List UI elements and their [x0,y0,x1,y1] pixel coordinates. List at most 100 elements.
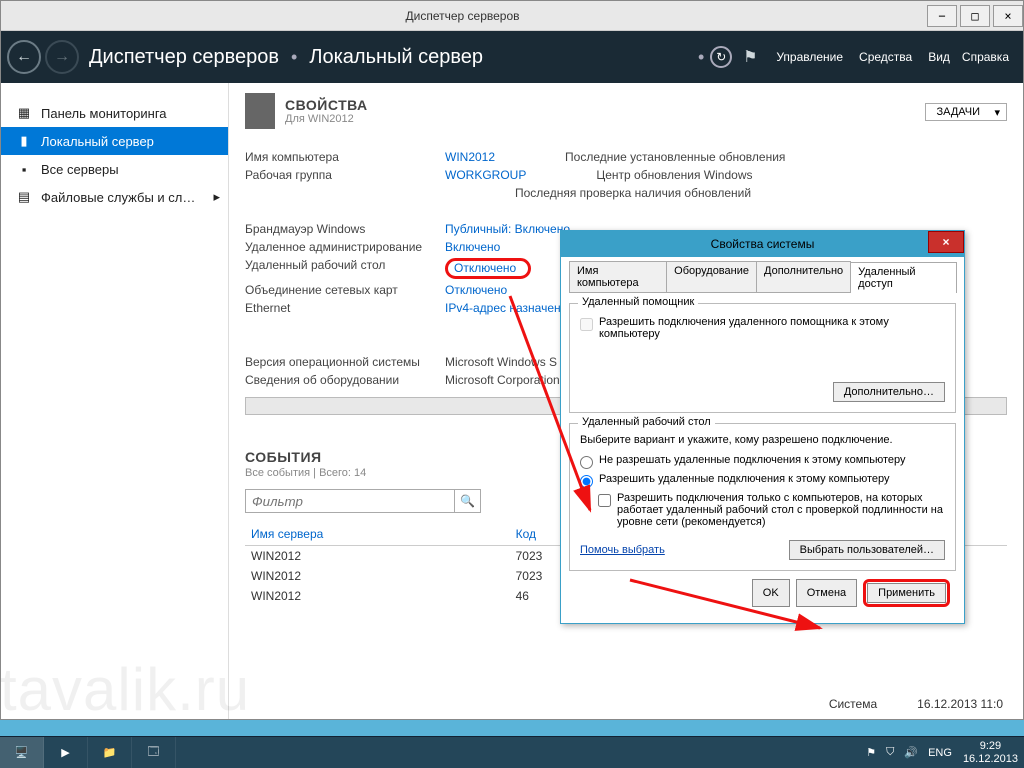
search-icon: 🔍 [460,494,475,508]
taskbar: 🖥️ ▶ 📁 🗔 ⚑ ⛉ 🔊 ENG 9:29 16.12.2013 [0,736,1024,768]
prop-computer-name-value[interactable]: WIN2012 [445,150,495,164]
sidebar-item-file-services[interactable]: ▤ Файловые службы и сл… ▸ [1,183,228,211]
prop-firewall-value[interactable]: Публичный: Включено [445,222,570,236]
flag-icon[interactable]: ⚑ [738,45,762,69]
system-properties-dialog: Свойства системы × Имя компьютера Оборуд… [560,230,965,624]
sidebar: ▦ Панель мониторинга ▮ Локальный сервер … [1,83,229,719]
prop-os-value: Microsoft Windows S [445,355,557,369]
events-filter-search-button[interactable]: 🔍 [455,489,481,513]
ok-button[interactable]: OK [752,579,790,607]
sidebar-item-all-servers[interactable]: ▪ Все серверы [1,155,228,183]
menu-manage[interactable]: Управление [776,50,843,64]
properties-header: СВОЙСТВА Для WIN2012 [245,93,1007,129]
remote-desktop-group: Удаленный рабочий стол Выберите вариант … [569,423,956,571]
title-text: Диспетчер серверов [1,9,924,23]
window-minimize-button[interactable]: − [927,5,957,27]
events-filter-input[interactable] [245,489,455,513]
breadcrumb-sep: • [291,47,297,68]
ra-legend: Удаленный помощник [578,296,698,308]
tasks-dropdown[interactable]: ЗАДАЧИ [925,103,1007,121]
rdp-value-highlight: Отключено [445,258,531,279]
rd-help-link[interactable]: Помочь выбрать [580,544,665,556]
prop-os-label: Версия операционной системы [245,355,445,369]
properties-subhead: Для WIN2012 [285,113,368,125]
rd-option-deny[interactable]: Не разрешать удаленные подключения к это… [580,454,945,469]
tab-hardware[interactable]: Оборудование [666,261,757,292]
servers-icon: ▪ [15,160,33,178]
tray-lang[interactable]: ENG [928,747,952,759]
tray-sound-icon[interactable]: 🔊 [904,746,918,759]
prop-update-center-label: Центр обновления Windows [526,168,752,182]
taskbar-powershell[interactable]: ▶ [44,737,88,768]
cancel-button[interactable]: Отмена [796,579,857,607]
window-close-button[interactable]: × [993,5,1023,27]
rd-nla-checkbox[interactable]: Разрешить подключения только с компьютер… [598,492,945,528]
dashboard-icon: ▦ [15,104,33,122]
dialog-titlebar[interactable]: Свойства системы × [561,231,964,257]
taskbar-server-manager[interactable]: 🖥️ [0,737,44,768]
nav-back-button[interactable]: ← [7,40,41,74]
sidebar-item-local-server[interactable]: ▮ Локальный сервер [1,127,228,155]
sidebar-item-label: Все серверы [41,162,119,177]
extra-system-label: Система [829,697,877,711]
sidebar-item-label: Панель мониторинга [41,106,167,121]
prop-nic-team-value[interactable]: Отключено [445,283,507,297]
taskbar-app[interactable]: 🗔 [132,737,176,768]
rd-hint: Выберите вариант и укажите, кому разреше… [580,434,945,446]
ra-advanced-button[interactable]: Дополнительно… [833,382,945,402]
properties-heading: СВОЙСТВА [285,97,368,113]
prop-remote-admin-label: Удаленное администрирование [245,240,445,254]
ra-allow-checkbox[interactable]: Разрешить подключения удаленного помощни… [580,316,945,340]
prop-rdp-value[interactable]: Отключено [445,258,531,279]
rd-option-allow[interactable]: Разрешить удаленные подключения к этому … [580,473,945,488]
server-tile-icon [245,93,275,129]
window-maximize-button[interactable]: □ [960,5,990,27]
prop-hw-label: Сведения об оборудовании [245,373,445,387]
col-server[interactable]: Имя сервера [245,523,510,546]
rd-legend: Удаленный рабочий стол [578,416,715,428]
dialog-close-button[interactable]: × [928,231,964,253]
dialog-tabs: Имя компьютера Оборудование Дополнительн… [569,261,956,293]
prop-firewall-label: Брандмауэр Windows [245,222,445,236]
server-icon: ▮ [15,132,33,150]
chevron-right-icon: ▸ [213,189,220,205]
prop-workgroup-value[interactable]: WORKGROUP [445,168,526,182]
breadcrumb-root[interactable]: Диспетчер серверов [89,46,279,69]
prop-rdp-label: Удаленный рабочий стол [245,258,445,279]
prop-last-updates-label: Последние установленные обновления [495,150,785,164]
prop-nic-team-label: Объединение сетевых карт [245,283,445,297]
sidebar-item-label: Файловые службы и сл… [41,190,195,205]
taskbar-explorer[interactable]: 📁 [88,737,132,768]
refresh-icon[interactable]: ↻ [710,46,732,68]
titlebar: Диспетчер серверов − □ × [1,1,1023,31]
taskbar-clock[interactable]: 9:29 16.12.2013 [963,740,1018,764]
nav-forward-button[interactable]: → [45,40,79,74]
tab-computer-name[interactable]: Имя компьютера [569,261,667,292]
apply-highlight: Применить [863,579,950,607]
menu-view[interactable]: Вид [928,50,950,64]
menu-help[interactable]: Справка [962,50,1009,64]
remote-assistance-group: Удаленный помощник Разрешить подключения… [569,303,956,413]
tab-remote-access[interactable]: Удаленный доступ [850,262,957,293]
dialog-title: Свойства системы [711,237,815,251]
sidebar-item-dashboard[interactable]: ▦ Панель мониторинга [1,99,228,127]
prop-computer-name-label: Имя компьютера [245,150,445,164]
select-users-button[interactable]: Выбрать пользователей… [789,540,945,560]
prop-ethernet-label: Ethernet [245,301,445,315]
breadcrumb-page: Локальный сервер [309,46,483,69]
sidebar-item-label: Локальный сервер [41,134,154,149]
header: ← → Диспетчер серверов • Локальный серве… [1,31,1023,83]
menu-tools[interactable]: Средства [859,50,912,64]
tab-advanced[interactable]: Дополнительно [756,261,851,292]
dialog-footer: OK Отмена Применить [569,571,956,615]
prop-hw-value: Microsoft Corporation [445,373,560,387]
tray-flag-icon[interactable]: ⚑ [866,746,876,759]
prop-workgroup-label: Рабочая группа [245,168,445,182]
prop-remote-admin-value[interactable]: Включено [445,240,500,254]
apply-button[interactable]: Применить [867,583,946,603]
prop-ethernet-value[interactable]: IPv4-адрес назначен [445,301,561,315]
prop-last-check-label: Последняя проверка наличия обновлений [445,186,751,200]
tray-network-icon[interactable]: ⛉ [886,746,894,759]
file-services-icon: ▤ [15,188,33,206]
extra-timestamp: 16.12.2013 11:0 [917,697,1003,711]
